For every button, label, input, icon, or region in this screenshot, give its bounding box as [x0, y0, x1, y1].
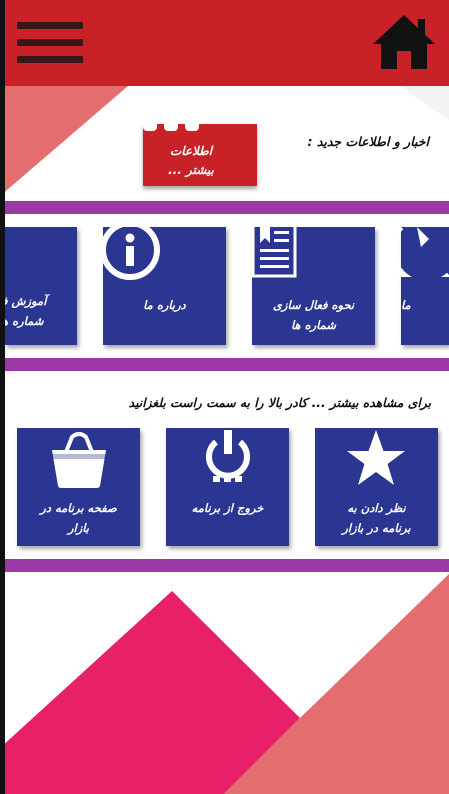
shopping-bag-icon	[52, 432, 106, 488]
more-info-label-line1: اطلاعات	[169, 144, 213, 158]
power-icon	[206, 430, 250, 482]
tile-education-label-line1: آموزش ف	[0, 294, 47, 308]
tile-market-label-line1: صفحه برنامه در	[40, 501, 117, 515]
divider-bottom	[5, 559, 449, 572]
top-app-bar	[0, 0, 449, 86]
tile-activation-guide[interactable]: نحوه فعال سازی شماره ها	[251, 222, 375, 345]
more-info-button[interactable]: اطلاعات بیشتر ...	[143, 119, 257, 186]
news-heading: اخبار و اطلاعات جدید :	[307, 134, 429, 149]
document-icon	[251, 222, 297, 278]
hamburger-menu-icon[interactable]	[17, 22, 83, 64]
tile-rate-label-line1: نظر دادن به	[347, 501, 406, 515]
tile-activation-label-line1: نحوه فعال سازی	[272, 298, 355, 312]
divider-middle	[5, 358, 449, 371]
more-info-label-line2: بیشتر ...	[168, 163, 214, 177]
tile-rate-label-line2: برنامه در بازار	[342, 521, 411, 535]
tile-contact-partial[interactable]: ما	[395, 225, 449, 345]
tile-education-label-line2: شماره ها	[0, 314, 44, 328]
divider-top	[5, 201, 449, 214]
tile-market-page[interactable]: صفحه برنامه در بازار	[17, 428, 140, 546]
tile-activation-label-line2: شماره ها	[291, 318, 336, 332]
tile-about-label: درباره ما	[143, 298, 186, 312]
tile-contact-label: ما	[401, 298, 411, 312]
tile-about-us[interactable]: درباره ما	[100, 220, 226, 345]
tile-exit[interactable]: خروج از برنامه	[166, 428, 289, 546]
star-icon	[347, 430, 405, 485]
phone-icon	[395, 225, 449, 277]
tile-education-partial[interactable]: آموزش ف شماره ها	[0, 227, 77, 345]
dots-icon	[143, 119, 203, 131]
info-icon	[100, 220, 160, 280]
screen-edge	[0, 0, 5, 794]
tile-market-label-line2: بازار	[67, 521, 89, 535]
home-icon[interactable]	[372, 13, 436, 71]
tile-rate-app[interactable]: نظر دادن به برنامه در بازار	[315, 428, 438, 546]
tile-exit-label: خروج از برنامه	[191, 501, 264, 515]
scroll-hint: برای مشاهده بیشتر ... کادر بالا را به سم…	[128, 396, 431, 410]
